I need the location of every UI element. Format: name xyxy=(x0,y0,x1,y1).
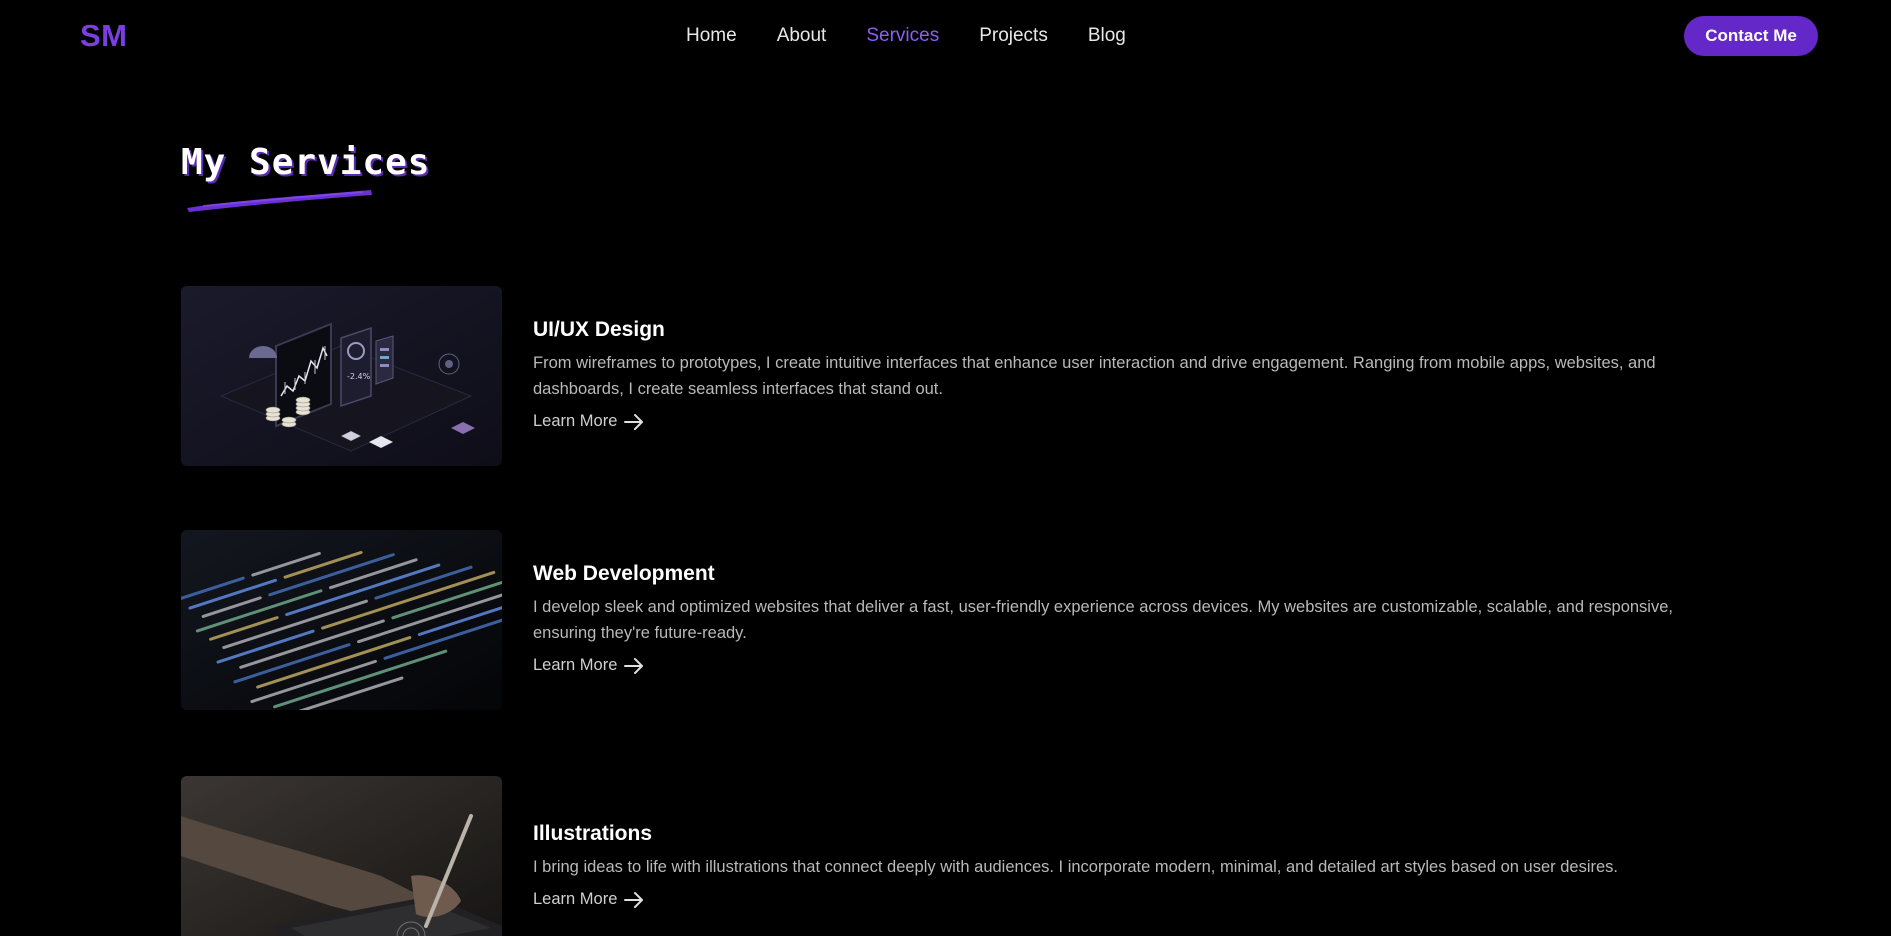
nav-link-blog[interactable]: Blog xyxy=(1088,24,1126,48)
nav-link-about[interactable]: About xyxy=(777,24,827,48)
illustrations-image xyxy=(181,776,502,936)
service-title: Web Development xyxy=(533,562,715,585)
uiux-image-percent-text: -2.4% xyxy=(347,372,371,381)
services-page: SM Home About Services Projects Blog Con… xyxy=(0,0,1891,936)
nav-link-home[interactable]: Home xyxy=(686,24,737,48)
service-title: Illustrations xyxy=(533,822,653,845)
service-description: From wireframes to prototypes, I create … xyxy=(533,354,1656,398)
arrow-right-icon xyxy=(624,413,644,430)
web-development-image xyxy=(181,530,502,710)
nav-links: Home About Services Projects Blog xyxy=(686,24,1166,48)
learn-more-link-illustrations[interactable]: Learn More xyxy=(533,890,645,909)
arrow-right-icon xyxy=(624,657,644,674)
learn-more-link-web-development[interactable]: Learn More xyxy=(533,656,645,675)
arrow-right-icon xyxy=(624,891,644,908)
learn-more-label: Learn More xyxy=(533,890,618,908)
uiux-design-image: -2.4% xyxy=(181,286,502,466)
service-description: I bring ideas to life with illustrations… xyxy=(533,858,1618,876)
web-development-service-body: Web Development I develop sleek and opti… xyxy=(533,560,1711,675)
learn-more-label: Learn More xyxy=(533,412,618,430)
site-logo[interactable]: SM xyxy=(80,18,128,54)
page-title: My Services xyxy=(181,142,431,183)
top-navbar: SM Home About Services Projects Blog Con… xyxy=(0,0,1891,72)
contact-me-button[interactable]: Contact Me xyxy=(1684,16,1818,56)
nav-link-services[interactable]: Services xyxy=(866,24,939,48)
brush-underline-decoration xyxy=(187,190,372,212)
service-title: UI/UX Design xyxy=(533,318,665,341)
uiux-service-body: UI/UX Design From wireframes to prototyp… xyxy=(533,316,1711,431)
learn-more-link-uiux[interactable]: Learn More xyxy=(533,412,645,431)
illustrations-service-body: Illustrations I bring ideas to life with… xyxy=(533,820,1711,909)
nav-link-projects[interactable]: Projects xyxy=(979,24,1048,48)
service-description: I develop sleek and optimized websites t… xyxy=(533,598,1673,642)
learn-more-label: Learn More xyxy=(533,656,618,674)
